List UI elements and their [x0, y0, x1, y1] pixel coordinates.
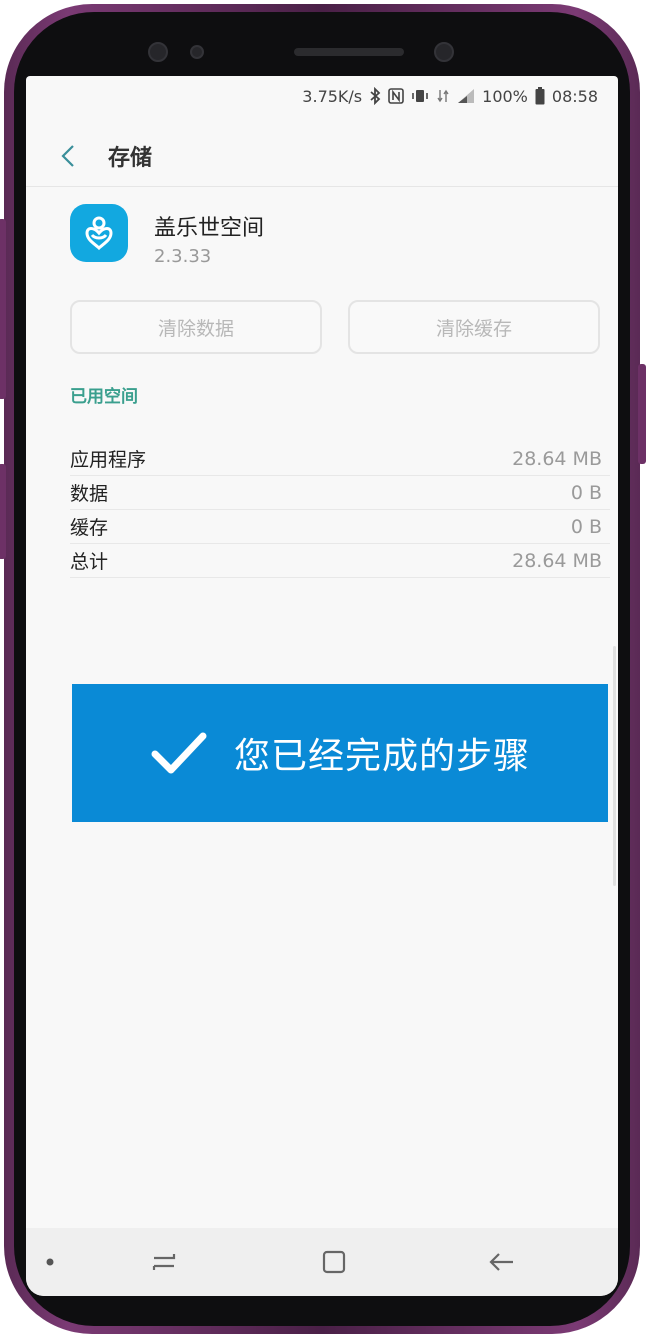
app-version: 2.3.33: [154, 246, 212, 267]
app-name: 盖乐世空间: [154, 216, 265, 241]
clear-cache-button[interactable]: 清除缓存: [348, 300, 600, 354]
home-square-icon: [322, 1250, 346, 1274]
signal-icon: [457, 88, 475, 104]
clock: 08:58: [551, 86, 598, 106]
bluetooth-icon: [369, 87, 381, 105]
row-label: 缓存: [70, 517, 109, 539]
bixby-button: [0, 464, 6, 559]
app-icon: [70, 204, 128, 262]
row-value: 0 B: [570, 481, 602, 504]
vibrate-icon: [411, 88, 429, 104]
banner-text: 您已经完成的步骤: [233, 736, 530, 777]
proximity-sensor: [190, 45, 204, 59]
checkmark-icon: [151, 732, 207, 774]
mobile-data-icon: [436, 88, 450, 104]
row-value: 28.64 MB: [512, 549, 602, 572]
phone-screen: 3.75K/s 100% 08:58 存储 盖乐世空间 2.3.33 清除数据 …: [26, 76, 618, 1296]
back-button[interactable]: [48, 136, 88, 176]
network-speed: 3.75K/s: [302, 86, 363, 106]
clear-data-button[interactable]: 清除数据: [70, 300, 322, 354]
row-value: 28.64 MB: [512, 447, 602, 470]
nav-dot-button[interactable]: [40, 1244, 60, 1280]
status-bar: 3.75K/s 100% 08:58: [26, 76, 618, 116]
phone-bezel: 3.75K/s 100% 08:58 存储 盖乐世空间 2.3.33 清除数据 …: [14, 12, 630, 1326]
battery-percentage: 100%: [482, 86, 528, 106]
row-label: 应用程序: [70, 449, 147, 471]
volume-button: [0, 219, 6, 399]
completed-step-banner: 您已经完成的步骤: [72, 684, 608, 822]
section-title: 已用空间: [70, 387, 138, 407]
recent-apps-button[interactable]: [142, 1244, 186, 1280]
front-camera: [148, 42, 168, 62]
iris-scanner: [434, 42, 454, 62]
phone-frame: 3.75K/s 100% 08:58 存储 盖乐世空间 2.3.33 清除数据 …: [0, 4, 646, 1334]
scrollbar[interactable]: [613, 646, 616, 886]
storage-row-app: 应用程序 28.64 MB: [70, 442, 610, 476]
dot-icon: [46, 1258, 54, 1266]
storage-row-data: 数据 0 B: [70, 476, 610, 510]
header-divider: [26, 186, 618, 187]
battery-icon: [535, 87, 545, 105]
row-value: 0 B: [570, 515, 602, 538]
earpiece-speaker: [294, 48, 404, 56]
home-button[interactable]: [312, 1244, 356, 1280]
recent-apps-icon: [152, 1254, 176, 1270]
page-title: 存储: [108, 146, 153, 171]
storage-row-total: 总计 28.64 MB: [70, 544, 610, 578]
back-arrow-icon: [489, 1253, 513, 1271]
row-label: 数据: [70, 483, 109, 505]
power-button: [638, 364, 646, 464]
storage-list: 应用程序 28.64 MB 数据 0 B 缓存 0 B 总计 28.64 MB: [70, 442, 610, 578]
app-header: 存储: [26, 128, 618, 184]
nfc-icon: [388, 88, 404, 104]
storage-row-cache: 缓存 0 B: [70, 510, 610, 544]
chevron-left-icon: [61, 145, 74, 167]
heart-person-icon: [85, 216, 113, 251]
navigation-bar: [26, 1228, 618, 1296]
row-label: 总计: [70, 551, 109, 573]
back-nav-button[interactable]: [480, 1244, 524, 1280]
